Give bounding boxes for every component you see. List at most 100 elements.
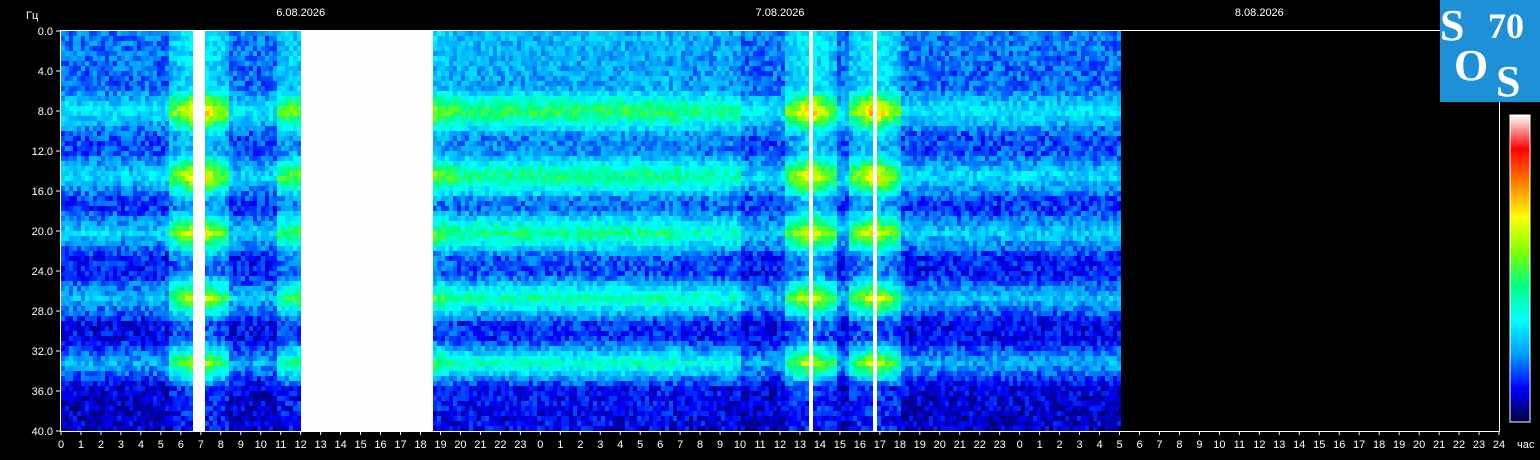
heat-cell xyxy=(253,236,257,241)
heat-cell xyxy=(257,291,261,296)
heat-cell xyxy=(197,156,201,161)
heat-cell xyxy=(253,351,257,356)
heat-cell xyxy=(221,136,225,141)
heat-cell xyxy=(81,366,85,371)
heat-cell xyxy=(173,86,177,91)
heat-cell xyxy=(145,281,149,286)
heat-cell xyxy=(269,286,273,291)
heat-cell xyxy=(193,91,197,96)
heat-cell xyxy=(289,266,293,271)
heat-cell xyxy=(153,206,157,211)
heat-cell xyxy=(81,221,85,226)
heat-cell xyxy=(157,121,161,126)
heat-cell xyxy=(85,91,89,96)
heat-cell xyxy=(81,241,85,246)
heat-cell xyxy=(193,421,197,426)
heat-cell xyxy=(225,296,229,301)
heat-cell xyxy=(121,41,125,46)
heat-cell xyxy=(233,301,237,306)
heat-cell xyxy=(189,116,193,121)
heat-cell xyxy=(101,101,105,106)
heat-cell xyxy=(145,366,149,371)
heat-cell xyxy=(161,201,165,206)
heat-cell xyxy=(153,411,157,416)
heat-cell xyxy=(125,31,129,36)
heat-cell xyxy=(89,66,93,71)
heat-cell xyxy=(89,281,93,286)
heat-cell xyxy=(185,391,189,396)
heat-cell xyxy=(305,61,309,66)
heat-cell xyxy=(137,181,141,186)
heat-cell xyxy=(305,206,309,211)
heat-cell xyxy=(173,221,177,226)
heat-cell xyxy=(169,66,173,71)
heat-cell xyxy=(105,321,109,326)
heat-cell xyxy=(109,96,113,101)
heat-cell xyxy=(205,271,209,276)
heat-cell xyxy=(121,131,125,136)
heat-cell xyxy=(253,196,257,201)
heat-cell xyxy=(289,106,293,111)
heat-cell xyxy=(301,236,305,241)
heat-cell xyxy=(129,241,133,246)
heat-cell xyxy=(261,311,265,316)
heat-cell xyxy=(229,91,233,96)
heat-cell xyxy=(289,176,293,181)
heat-cell xyxy=(153,271,157,276)
heat-cell xyxy=(257,51,261,56)
heat-cell xyxy=(241,226,245,231)
heat-cell xyxy=(277,276,281,281)
heat-cell xyxy=(245,181,249,186)
heat-cell xyxy=(169,241,173,246)
heat-cell xyxy=(257,191,261,196)
heat-cell xyxy=(233,101,237,106)
heat-cell xyxy=(277,66,281,71)
heat-cell xyxy=(237,141,241,146)
heat-cell xyxy=(297,186,301,191)
heat-cell xyxy=(269,276,273,281)
heat-cell xyxy=(117,271,121,276)
heat-cell xyxy=(125,301,129,306)
heat-cell xyxy=(65,386,69,391)
heat-cell xyxy=(97,271,101,276)
heat-cell xyxy=(149,351,153,356)
heat-cell xyxy=(261,386,265,391)
heat-cell xyxy=(245,156,249,161)
heat-cell xyxy=(61,181,65,186)
heat-cell xyxy=(265,176,269,181)
heat-cell xyxy=(165,171,169,176)
heat-cell xyxy=(233,76,237,81)
heat-cell xyxy=(125,176,129,181)
heat-cell xyxy=(141,66,145,71)
heat-cell xyxy=(109,101,113,106)
heat-cell xyxy=(225,136,229,141)
heat-cell xyxy=(213,96,217,101)
heat-cell xyxy=(297,206,301,211)
heat-cell xyxy=(197,86,201,91)
heat-cell xyxy=(209,306,213,311)
heat-cell xyxy=(125,421,129,426)
heat-cell xyxy=(261,406,265,411)
heat-cell xyxy=(213,46,217,51)
heat-cell xyxy=(225,391,229,396)
heat-cell xyxy=(201,106,205,111)
heat-cell xyxy=(125,191,129,196)
heat-cell xyxy=(281,416,285,421)
heat-cell xyxy=(85,316,89,321)
heat-cell xyxy=(81,291,85,296)
heat-cell xyxy=(185,396,189,401)
heat-cell xyxy=(269,246,273,251)
heat-cell xyxy=(213,156,217,161)
heat-cell xyxy=(141,261,145,266)
heat-cell xyxy=(141,331,145,336)
heat-cell xyxy=(213,246,217,251)
heat-cell xyxy=(105,426,109,431)
heat-cell xyxy=(193,316,197,321)
heat-cell xyxy=(161,196,165,201)
heat-cell xyxy=(173,66,177,71)
heat-cell xyxy=(145,421,149,426)
heat-cell xyxy=(101,336,105,341)
heat-cell xyxy=(165,181,169,186)
heat-cell xyxy=(277,61,281,66)
heat-cell xyxy=(265,156,269,161)
